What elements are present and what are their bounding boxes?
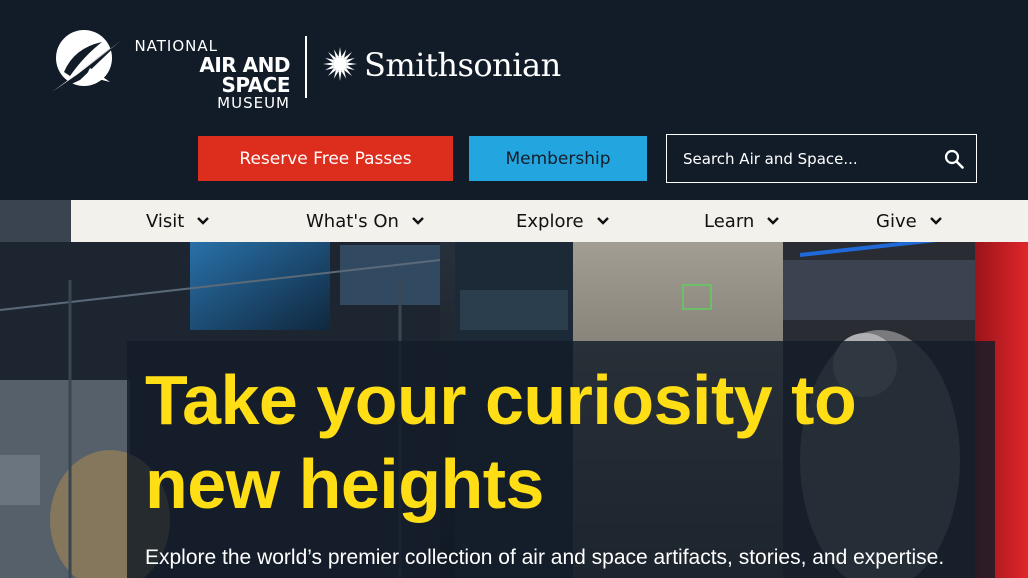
search-icon: [944, 149, 964, 169]
main-nav: Visit What's On Explore Learn Give: [71, 200, 1028, 242]
hero-subheadline: Explore the world’s premier collection o…: [145, 546, 945, 569]
site-header: NATIONAL AIR AND SPACE MUSEUM Smithsonia…: [0, 0, 1028, 200]
smithsonian-logo-link[interactable]: Smithsonian: [322, 44, 562, 88]
nav-item-visit[interactable]: Visit: [146, 200, 210, 242]
chevron-down-icon: [767, 217, 780, 225]
chevron-down-icon: [412, 217, 424, 225]
hero-section: Take your curiosity to new heights Explo…: [0, 200, 1028, 578]
nasm-swoosh-icon: [50, 30, 124, 94]
smithsonian-sunburst-icon: [323, 47, 357, 81]
smithsonian-wordmark: Smithsonian: [364, 46, 561, 84]
nav-item-label: Learn: [704, 210, 755, 232]
nasm-wordmark: NATIONAL AIR AND SPACE MUSEUM: [130, 39, 290, 111]
hero-headline: Take your curiosity to new heights: [145, 361, 857, 523]
nav-item-label: Give: [876, 210, 917, 232]
reserve-free-passes-button[interactable]: Reserve Free Passes: [198, 136, 453, 181]
chevron-down-icon: [197, 217, 210, 225]
search-input[interactable]: [683, 135, 933, 182]
nav-item-give[interactable]: Give: [876, 200, 943, 242]
nav-item-label: What's On: [306, 210, 399, 232]
nav-item-learn[interactable]: Learn: [704, 200, 780, 242]
nav-item-label: Explore: [516, 210, 584, 232]
nasm-line-museum: MUSEUM: [217, 94, 290, 112]
nav-item-whats-on[interactable]: What's On: [306, 200, 425, 242]
search-button[interactable]: [940, 145, 968, 173]
chevron-down-icon: [596, 217, 609, 225]
chevron-down-icon: [929, 217, 942, 225]
nav-item-label: Visit: [146, 210, 185, 232]
nasm-line-national: NATIONAL: [134, 37, 218, 55]
nasm-line-air-and-space: AIR AND SPACE: [199, 53, 290, 97]
logo-divider: [305, 36, 307, 98]
nav-item-explore[interactable]: Explore: [516, 200, 610, 242]
nasm-logo-link[interactable]: NATIONAL AIR AND SPACE MUSEUM: [50, 28, 295, 111]
membership-button[interactable]: Membership: [469, 136, 647, 181]
search-box: [666, 134, 977, 183]
